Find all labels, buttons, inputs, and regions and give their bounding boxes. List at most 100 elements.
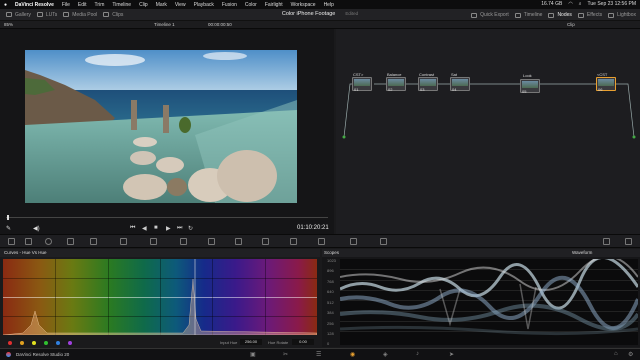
lightbox-button[interactable]: Lightbox: [608, 12, 636, 18]
swatch-yellow[interactable]: [20, 341, 24, 345]
palette-toolbar: [0, 234, 640, 248]
node-04[interactable]: 04: [450, 77, 470, 92]
tracker-icon[interactable]: [235, 238, 242, 245]
record-timecode: 01:10:20:21: [297, 225, 329, 231]
edit-page-icon[interactable]: ☰: [316, 351, 321, 358]
rgb-mixer-icon[interactable]: [67, 238, 74, 245]
magic-mask-icon[interactable]: [262, 238, 269, 245]
menu-help[interactable]: Help: [324, 2, 334, 8]
scopes-header: Scopes Waveform: [322, 249, 640, 257]
node-05[interactable]: 05: [520, 79, 540, 94]
node-03[interactable]: 03: [418, 77, 438, 92]
node-editor[interactable]: 01 CST> 02 Balance 03 Contrast 04 Sat 05…: [336, 29, 640, 234]
window-icon[interactable]: [208, 238, 215, 245]
viewer-image[interactable]: [25, 50, 297, 203]
stop-icon[interactable]: ■: [154, 225, 158, 231]
menu-color[interactable]: Color: [245, 2, 257, 8]
zoom-select[interactable]: 85%: [4, 22, 13, 27]
3d-icon[interactable]: [380, 238, 387, 245]
color-warper-icon[interactable]: [150, 238, 157, 245]
deliver-page-icon[interactable]: ➤: [449, 351, 454, 358]
scale-0: 0: [327, 341, 330, 346]
waveform-display[interactable]: [340, 259, 638, 345]
quick-export-button[interactable]: Quick Export: [471, 12, 509, 18]
settings-gear-icon[interactable]: ⚙: [628, 351, 633, 358]
color-match-icon[interactable]: [25, 238, 32, 245]
clock[interactable]: Tue Sep 23 12:56 PM: [588, 1, 636, 7]
node-01[interactable]: 01: [352, 77, 372, 92]
apple-icon[interactable]: ●: [4, 2, 7, 8]
node-mode-select[interactable]: Clip: [567, 22, 575, 27]
menu-mark[interactable]: Mark: [156, 2, 167, 8]
scale-1023: 1023: [327, 258, 336, 263]
hue-vs-hue-graph[interactable]: [3, 259, 317, 335]
node-02[interactable]: 02: [386, 77, 406, 92]
scale-384: 384: [327, 310, 334, 315]
curves-header: Curves - Hue Vs Hue: [0, 249, 320, 257]
qualifier-icon[interactable]: [180, 238, 187, 245]
scope-mode-select[interactable]: Waveform: [572, 250, 592, 255]
color-page-icon[interactable]: ◉: [350, 351, 355, 358]
source-timecode[interactable]: 00:00:00:50: [208, 22, 232, 27]
menu-clip[interactable]: Clip: [139, 2, 148, 8]
key-icon[interactable]: [318, 238, 325, 245]
sizing-icon[interactable]: [350, 238, 357, 245]
search-icon[interactable]: ⌕: [579, 1, 582, 7]
node-06[interactable]: 06: [596, 77, 616, 92]
playhead[interactable]: [7, 215, 9, 220]
wifi-icon[interactable]: ◠: [568, 1, 572, 7]
timeline-select[interactable]: Timeline 1: [154, 22, 175, 27]
volume-icon[interactable]: ◀): [33, 225, 40, 232]
resolve-logo-icon: [6, 352, 11, 357]
play-reverse-icon[interactable]: ◀: [142, 225, 147, 232]
motion-effects-icon[interactable]: [90, 238, 97, 245]
module-toolbar: Gallery LUTs Media Pool Clips Color iPho…: [0, 9, 640, 21]
menu-view[interactable]: View: [175, 2, 186, 8]
swatch-magenta[interactable]: [68, 341, 72, 345]
fusion-page-icon[interactable]: ◈: [383, 351, 388, 358]
transport-bar: ✎ ◀) ⏮ ◀ ■ ▶ ⏭ ↻ 01:10:20:21: [0, 214, 334, 234]
loop-icon[interactable]: ↻: [188, 225, 193, 232]
menu-bar: ● DaVinci Resolve File Edit Trim Timelin…: [0, 0, 640, 9]
menu-timeline[interactable]: Timeline: [112, 2, 131, 8]
menu-fairlight[interactable]: Fairlight: [265, 2, 283, 8]
skip-forward-icon[interactable]: ⏭: [177, 225, 182, 232]
home-icon[interactable]: ⌂: [614, 351, 618, 357]
menu-playback[interactable]: Playback: [194, 2, 214, 8]
swatch-blue[interactable]: [56, 341, 60, 345]
swatch-red[interactable]: [8, 341, 12, 345]
scale-768: 768: [327, 279, 334, 284]
nodes-button[interactable]: Nodes: [548, 12, 572, 18]
storage-indicator[interactable]: 16.74 GB: [541, 1, 562, 7]
hue-rotate-field[interactable]: 0.00: [292, 339, 314, 345]
camera-raw-icon[interactable]: [8, 238, 15, 245]
timeline-button[interactable]: Timeline: [514, 12, 542, 18]
input-hue-field[interactable]: 256.00: [240, 339, 262, 345]
skip-back-icon[interactable]: ⏮: [130, 225, 135, 232]
cut-page-icon[interactable]: ✂: [283, 351, 288, 358]
swatch-green-yellow[interactable]: [32, 341, 36, 345]
scopes-title: Scopes: [324, 250, 340, 255]
scrubber-track[interactable]: [6, 217, 328, 218]
menu-file[interactable]: File: [62, 2, 70, 8]
fairlight-page-icon[interactable]: ♪: [416, 351, 419, 357]
menu-edit[interactable]: Edit: [78, 2, 87, 8]
node-05-label: Look: [523, 73, 532, 78]
project-title: Color iPhone Footage: [281, 11, 336, 17]
blur-icon[interactable]: [290, 238, 297, 245]
pen-tool-icon[interactable]: ✎: [6, 225, 11, 232]
curves-icon[interactable]: [120, 238, 127, 245]
effects-button[interactable]: Effects: [577, 12, 602, 18]
scopes-toggle-icon[interactable]: [603, 238, 610, 245]
info-icon[interactable]: [625, 238, 632, 245]
product-name: DaVinci Resolve Studio 20: [16, 352, 70, 357]
menu-trim[interactable]: Trim: [95, 2, 105, 8]
menu-workspace[interactable]: Workspace: [291, 2, 316, 8]
menu-app-name[interactable]: DaVinci Resolve: [15, 2, 54, 8]
scale-512: 512: [327, 300, 334, 305]
swatch-green[interactable]: [44, 341, 48, 345]
media-page-icon[interactable]: ▣: [250, 351, 256, 358]
play-icon[interactable]: ▶: [166, 225, 171, 232]
menu-fusion[interactable]: Fusion: [222, 2, 237, 8]
color-wheels-icon[interactable]: [45, 238, 52, 245]
